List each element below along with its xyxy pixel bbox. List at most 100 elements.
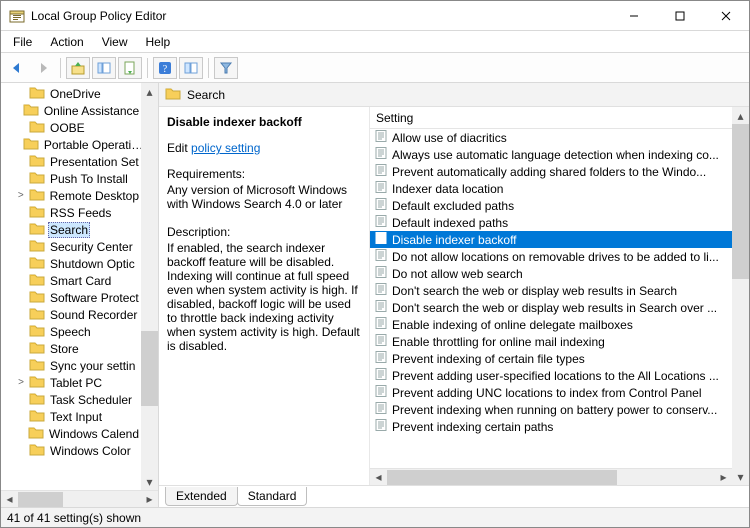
tree-item[interactable]: >Push To Install bbox=[1, 170, 141, 187]
scroll-up-arrow[interactable]: ▴ bbox=[732, 107, 749, 124]
tree-item[interactable]: >Store bbox=[1, 340, 141, 357]
settings-list[interactable]: Allow use of diacriticsAlways use automa… bbox=[370, 129, 732, 468]
scroll-left-arrow[interactable]: ◂ bbox=[370, 470, 387, 485]
export-list-button[interactable] bbox=[118, 57, 142, 79]
setting-row[interactable]: Don't search the web or display web resu… bbox=[370, 299, 732, 316]
tree-item[interactable]: >Text Input bbox=[1, 408, 141, 425]
setting-row[interactable]: Allow use of diacritics bbox=[370, 129, 732, 146]
setting-row[interactable]: Enable throttling for online mail indexi… bbox=[370, 333, 732, 350]
list-vertical-scrollbar[interactable]: ▴ ▾ bbox=[732, 107, 749, 485]
filter-button[interactable] bbox=[214, 57, 238, 79]
setting-row[interactable]: Indexer data location bbox=[370, 180, 732, 197]
folder-icon bbox=[165, 86, 181, 103]
toolbar: ? bbox=[1, 53, 749, 83]
tree-item[interactable]: >Search bbox=[1, 221, 141, 238]
setting-row[interactable]: Prevent indexing of certain file types bbox=[370, 350, 732, 367]
scroll-up-arrow[interactable]: ▴ bbox=[141, 83, 158, 100]
tree-expander-icon[interactable]: > bbox=[15, 377, 27, 388]
tree-vertical-scrollbar[interactable]: ▴ ▾ bbox=[141, 83, 158, 490]
setting-row[interactable]: Prevent indexing when running on battery… bbox=[370, 401, 732, 418]
scroll-thumb[interactable] bbox=[18, 492, 63, 507]
up-level-button[interactable] bbox=[66, 57, 90, 79]
tree-item[interactable]: >Task Scheduler bbox=[1, 391, 141, 408]
scroll-thumb[interactable] bbox=[732, 124, 749, 279]
tree-item[interactable]: >Speech bbox=[1, 323, 141, 340]
setting-row[interactable]: Prevent adding UNC locations to index fr… bbox=[370, 384, 732, 401]
setting-row[interactable]: Do not allow web search bbox=[370, 265, 732, 282]
minimize-button[interactable] bbox=[611, 1, 657, 30]
tree-item[interactable]: >RSS Feeds bbox=[1, 204, 141, 221]
scroll-down-arrow[interactable]: ▾ bbox=[732, 468, 749, 485]
scroll-left-arrow[interactable]: ◂ bbox=[1, 492, 18, 507]
setting-row[interactable]: Prevent indexing certain paths bbox=[370, 418, 732, 435]
policy-title: Disable indexer backoff bbox=[167, 115, 361, 129]
back-button[interactable] bbox=[5, 57, 29, 79]
edit-prefix: Edit bbox=[167, 141, 188, 155]
setting-row[interactable]: Always use automatic language detection … bbox=[370, 146, 732, 163]
tree-item[interactable]: >Windows Color bbox=[1, 442, 141, 459]
scroll-right-arrow[interactable]: ▸ bbox=[715, 470, 732, 485]
setting-label: Default indexed paths bbox=[392, 216, 508, 230]
list-horizontal-scrollbar[interactable]: ◂ ▸ bbox=[370, 468, 732, 485]
tree-item[interactable]: >Presentation Set bbox=[1, 153, 141, 170]
tree-expander-icon[interactable]: > bbox=[15, 190, 27, 201]
tree-item[interactable]: >Sync your settin bbox=[1, 357, 141, 374]
tree-item[interactable]: >Security Center bbox=[1, 238, 141, 255]
folder-icon bbox=[28, 425, 44, 442]
content-header-title: Search bbox=[187, 88, 225, 102]
app-icon bbox=[9, 8, 25, 24]
list-column-header[interactable]: Setting bbox=[370, 107, 732, 129]
tree-item[interactable]: >Portable Operati… bbox=[1, 136, 141, 153]
show-hide-tree-button[interactable] bbox=[92, 57, 116, 79]
help-button[interactable]: ? bbox=[153, 57, 177, 79]
setting-row[interactable]: Enable indexing of online delegate mailb… bbox=[370, 316, 732, 333]
tree-item[interactable]: >Smart Card bbox=[1, 272, 141, 289]
menu-help[interactable]: Help bbox=[138, 33, 179, 51]
list-panel: Setting Allow use of diacriticsAlways us… bbox=[369, 107, 749, 485]
tree-view[interactable]: >OneDrive>Online Assistance>OOBE>Portabl… bbox=[1, 83, 141, 490]
tree-horizontal-scrollbar[interactable]: ◂ ▸ bbox=[1, 490, 158, 507]
forward-button[interactable] bbox=[31, 57, 55, 79]
tree-item[interactable]: >Online Assistance bbox=[1, 102, 141, 119]
policy-icon bbox=[374, 146, 388, 163]
policy-icon bbox=[374, 180, 388, 197]
maximize-button[interactable] bbox=[657, 1, 703, 30]
setting-row[interactable]: Don't search the web or display web resu… bbox=[370, 282, 732, 299]
menu-action[interactable]: Action bbox=[42, 33, 91, 51]
tree-item[interactable]: >Software Protect bbox=[1, 289, 141, 306]
tree-pane: >OneDrive>Online Assistance>OOBE>Portabl… bbox=[1, 83, 159, 507]
tab-extended[interactable]: Extended bbox=[165, 487, 238, 506]
scroll-thumb[interactable] bbox=[141, 331, 158, 406]
window-title: Local Group Policy Editor bbox=[31, 9, 166, 23]
setting-row[interactable]: Prevent automatically adding shared fold… bbox=[370, 163, 732, 180]
tree-item[interactable]: >OOBE bbox=[1, 119, 141, 136]
policy-icon bbox=[374, 214, 388, 231]
setting-label: Do not allow web search bbox=[392, 267, 523, 281]
tab-standard[interactable]: Standard bbox=[237, 487, 308, 506]
scroll-down-arrow[interactable]: ▾ bbox=[141, 473, 158, 490]
tree-item-label: Remote Desktop bbox=[48, 189, 141, 203]
tree-item[interactable]: >Shutdown Optic bbox=[1, 255, 141, 272]
edit-policy-link[interactable]: policy setting bbox=[191, 141, 260, 155]
setting-row[interactable]: Default indexed paths bbox=[370, 214, 732, 231]
menu-file[interactable]: File bbox=[5, 33, 40, 51]
policy-icon bbox=[374, 231, 388, 248]
tree-item[interactable]: >Windows Calend bbox=[1, 425, 141, 442]
tree-item[interactable]: >Sound Recorder bbox=[1, 306, 141, 323]
setting-row[interactable]: Do not allow locations on removable driv… bbox=[370, 248, 732, 265]
close-button[interactable] bbox=[703, 1, 749, 30]
setting-row[interactable]: Disable indexer backoff bbox=[370, 231, 732, 248]
tree-item[interactable]: >Tablet PC bbox=[1, 374, 141, 391]
description-heading: Description: bbox=[167, 225, 361, 239]
setting-row[interactable]: Prevent adding user-specified locations … bbox=[370, 367, 732, 384]
scroll-thumb[interactable] bbox=[387, 470, 617, 485]
setting-label: Enable throttling for online mail indexi… bbox=[392, 335, 605, 349]
tree-item[interactable]: > Remote Desktop bbox=[1, 187, 141, 204]
properties-button[interactable] bbox=[179, 57, 203, 79]
tree-item-label: Sound Recorder bbox=[48, 308, 139, 322]
tree-item[interactable]: >OneDrive bbox=[1, 85, 141, 102]
menu-view[interactable]: View bbox=[94, 33, 136, 51]
setting-row[interactable]: Default excluded paths bbox=[370, 197, 732, 214]
scroll-right-arrow[interactable]: ▸ bbox=[141, 492, 158, 507]
folder-icon bbox=[29, 187, 45, 204]
